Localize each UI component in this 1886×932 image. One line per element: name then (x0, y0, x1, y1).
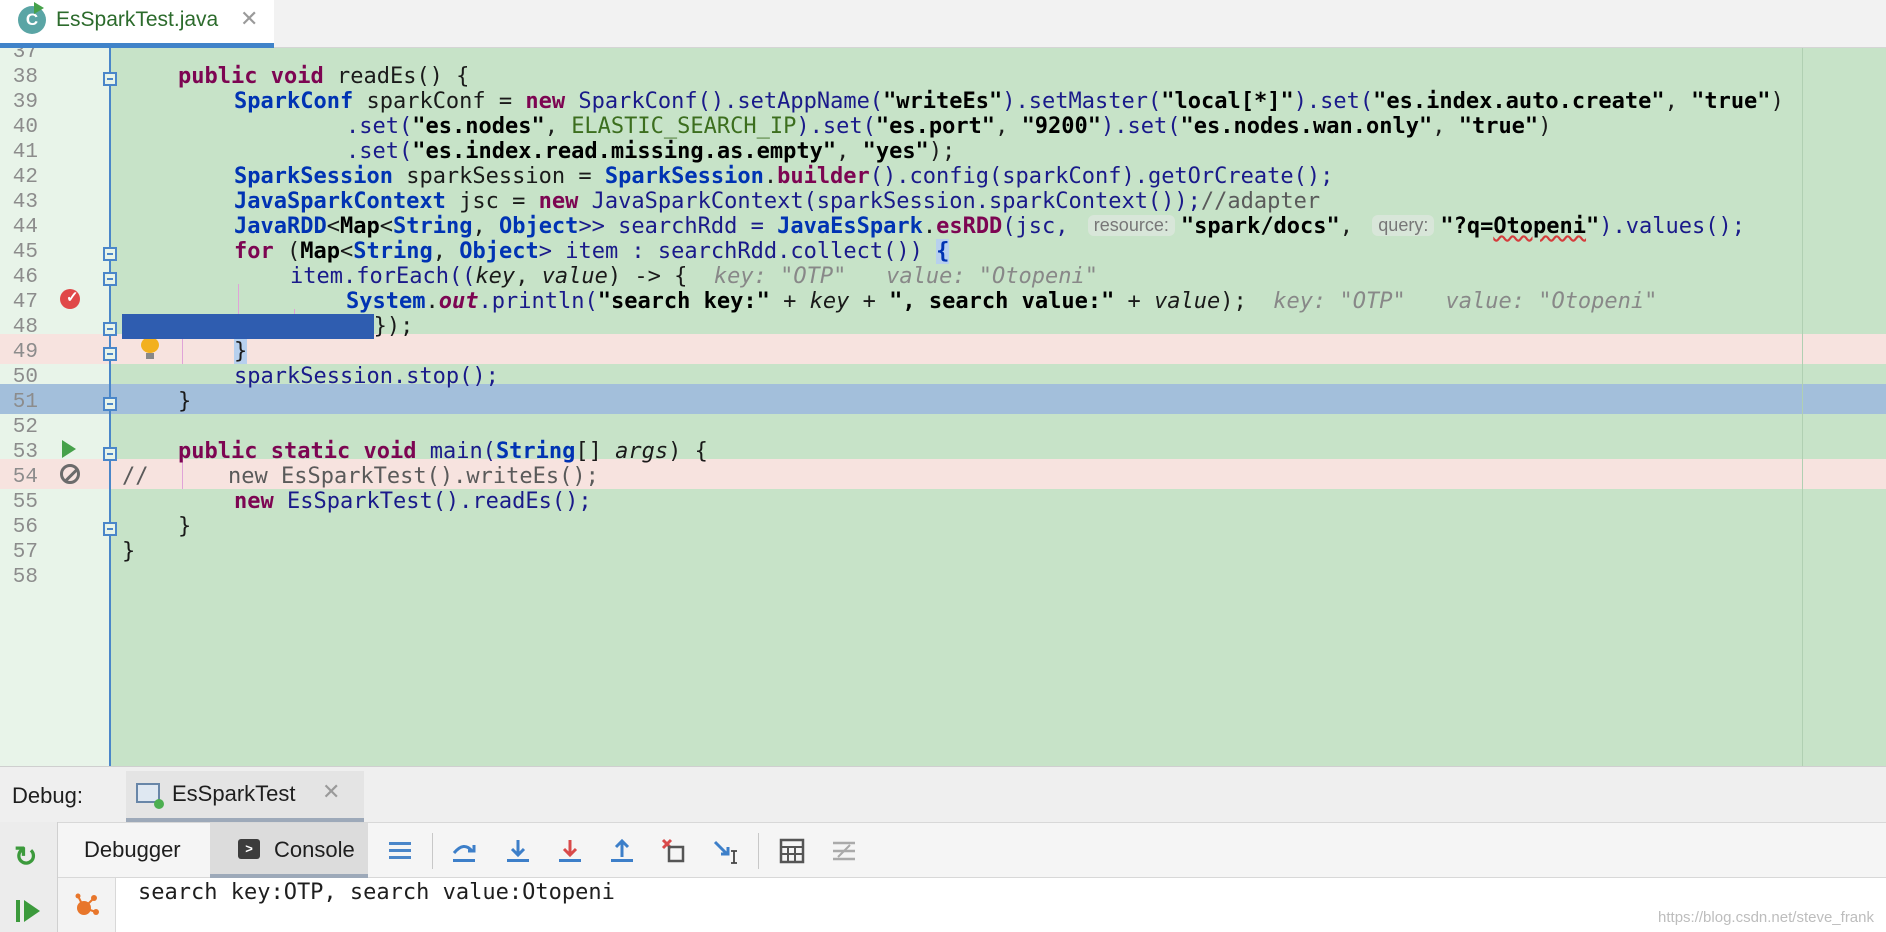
line-number: 39 (12, 91, 38, 114)
step-into-icon[interactable] (504, 837, 532, 865)
code-line-47: System.out.println("search key:" + key +… (346, 289, 1658, 314)
fold-icon[interactable] (103, 272, 117, 286)
console-gutter (58, 878, 116, 932)
fold-icon[interactable] (103, 397, 117, 411)
step-over-icon[interactable] (450, 837, 478, 865)
param-hint-query: query: (1372, 215, 1435, 236)
param-hint-resource: resource: (1087, 215, 1175, 236)
code-line-49: } (234, 339, 248, 364)
debug-tool-window-header: Debug: EsSparkTest ✕ (0, 766, 1886, 823)
line-number: 48 (12, 316, 38, 339)
code-line-56: } (178, 514, 192, 539)
code-line-44: JavaRDD<Map<String, Object>> searchRdd =… (234, 214, 1745, 239)
fold-icon[interactable] (103, 447, 117, 461)
line-number: 50 (12, 366, 38, 389)
line-number: 44 (12, 216, 38, 239)
fold-icon[interactable] (103, 322, 117, 336)
tab-console[interactable]: > Console (210, 823, 368, 878)
runnable-marker-icon (34, 2, 44, 14)
code-line-51: } (178, 389, 192, 414)
tab-title: EsSparkTest.java (56, 8, 219, 31)
close-icon[interactable]: ✕ (322, 779, 340, 805)
line-number: 49 (12, 341, 38, 364)
line-number: 42 (12, 166, 38, 189)
code-line-40: .set("es.nodes", ELASTIC_SEARCH_IP).set(… (346, 114, 1552, 139)
breakpoint-check-icon: ✓ (66, 289, 79, 306)
code-line-57: } (122, 539, 136, 564)
line-number: 55 (12, 491, 38, 514)
console-icon: > (238, 839, 260, 859)
line-number: 46 (12, 266, 38, 289)
inline-debug-value: key: "OTP" value: "Otopeni" (1273, 289, 1658, 314)
lightbulb-icon[interactable] (141, 337, 159, 359)
close-icon[interactable]: ✕ (240, 6, 258, 32)
line-number: 38 (12, 66, 38, 89)
code-line-43: JavaSparkContext jsc = new JavaSparkCont… (234, 189, 1321, 214)
process-icon (75, 893, 99, 915)
code-line-42: SparkSession sparkSession = SparkSession… (234, 164, 1334, 189)
code-line-39: SparkConf sparkConf = new SparkConf().se… (234, 89, 1784, 114)
force-step-into-icon[interactable] (556, 837, 584, 865)
editor-tab-essparktest[interactable]: C EsSparkTest.java ✕ (0, 0, 274, 48)
fold-icon[interactable] (103, 247, 117, 261)
debug-toolbar: Debugger > Console (0, 822, 1886, 878)
code-line-38: public void readEs() { (178, 64, 470, 89)
code-line-46: item.forEach((key, value) -> { key: "OTP… (290, 264, 1099, 289)
code-line-45: for (Map<String, Object> item : searchRd… (234, 239, 950, 264)
code-line-53: public static void main(String[] args) { (178, 439, 708, 464)
fold-icon[interactable] (103, 347, 117, 361)
drop-frame-icon[interactable] (660, 837, 688, 865)
debug-session-title: EsSparkTest (172, 781, 296, 806)
line-number: 57 (12, 541, 38, 564)
line-number: 52 (12, 416, 38, 439)
line-number: 54 (12, 466, 38, 489)
fold-icon[interactable] (103, 72, 117, 86)
watermark: https://blog.csdn.net/steve_frank (1658, 909, 1874, 926)
console-line: search key:OTP, search value:Otopeni (138, 880, 615, 905)
line-number: 45 (12, 241, 38, 264)
disabled-breakpoint-icon[interactable] (60, 464, 80, 484)
fold-icon[interactable] (103, 522, 117, 536)
line-number: 40 (12, 116, 38, 139)
line-number: 41 (12, 141, 38, 164)
tab-debugger[interactable]: Debugger (84, 837, 181, 863)
evaluate-expression-icon[interactable] (778, 837, 806, 865)
code-editor[interactable]: 37 38 39 40 41 42 43 44 45 46 47 48 49 5… (0, 48, 1886, 766)
step-out-icon[interactable] (608, 837, 636, 865)
selection-highlight (122, 314, 374, 339)
debug-session-tab[interactable]: EsSparkTest ✕ (126, 771, 364, 823)
frames-menu-icon[interactable] (386, 837, 414, 865)
running-status-icon (154, 799, 164, 809)
code-line-54: // new EsSparkTest().writeEs(); (122, 464, 599, 489)
editor-tab-bar: C EsSparkTest.java ✕ (0, 0, 1886, 48)
code-line-50: sparkSession.stop(); (234, 364, 499, 389)
line-number: 51 (12, 391, 38, 414)
line-number: 37 (12, 48, 38, 64)
code-line-48: }); (122, 314, 413, 339)
debug-label: Debug: (12, 783, 83, 808)
run-icon[interactable] (62, 440, 76, 458)
right-margin-guide (1802, 48, 1803, 766)
line-number: 58 (12, 566, 38, 589)
line-number: 53 (12, 441, 38, 464)
debug-side-toolbar: ↻ (0, 822, 58, 932)
toolbar-separator (758, 833, 759, 869)
trace-icon[interactable] (830, 837, 858, 865)
rerun-icon[interactable]: ↻ (14, 840, 37, 873)
inline-debug-value: key: "OTP" value: "Otopeni" (713, 264, 1099, 289)
tab-console-label: Console (274, 837, 355, 862)
run-to-cursor-icon[interactable] (712, 837, 740, 865)
line-number: 47 (12, 291, 38, 314)
code-line-55: new EsSparkTest().readEs(); (234, 489, 592, 514)
line-number: 56 (12, 516, 38, 539)
toolbar-separator (432, 833, 433, 869)
line-number: 43 (12, 191, 38, 214)
code-line-41: .set("es.index.read.missing.as.empty", "… (346, 139, 956, 164)
